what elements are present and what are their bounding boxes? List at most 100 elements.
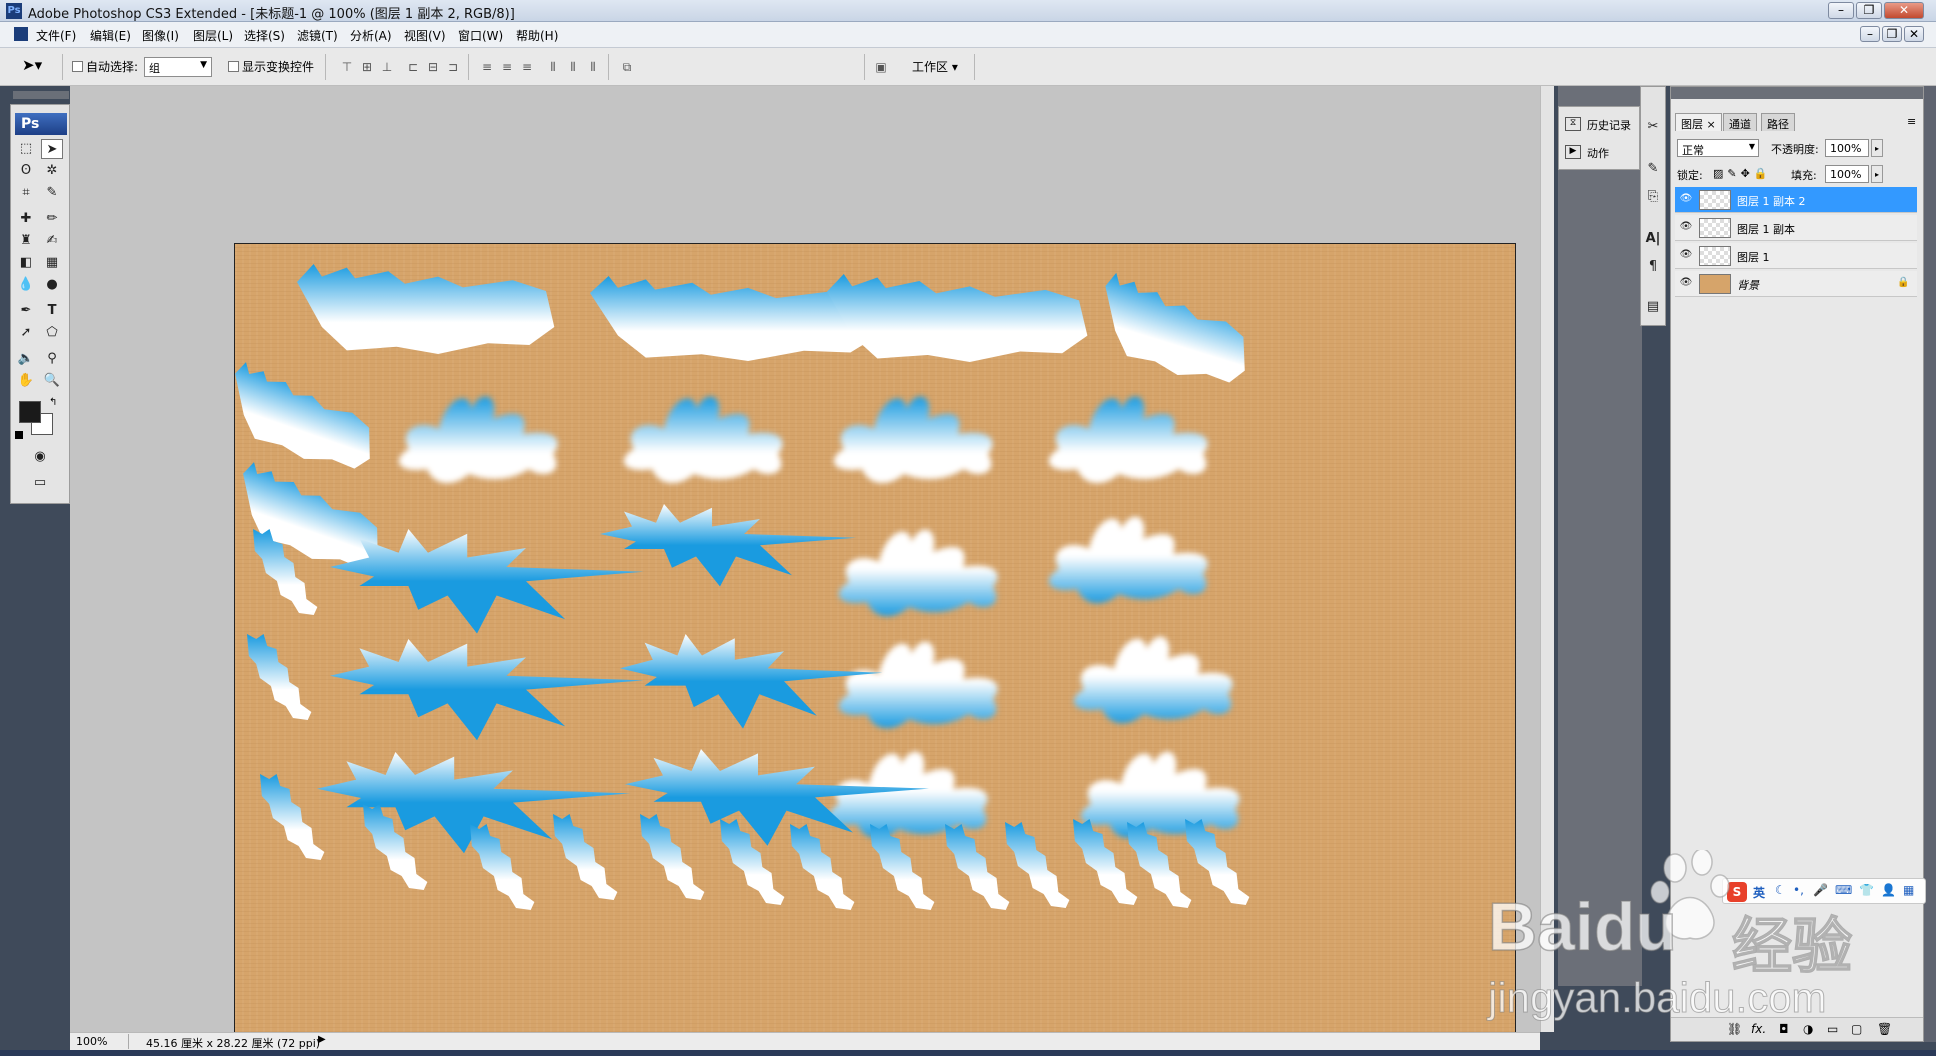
brush-presets-icon[interactable]: ✎ — [1642, 159, 1664, 179]
menu-layer[interactable]: 图层(L) — [193, 27, 233, 44]
folder-icon[interactable]: ▭ — [1827, 1022, 1838, 1036]
fill-arrow-icon[interactable]: ▸ — [1871, 165, 1883, 183]
tab-paths[interactable]: 路径 — [1761, 113, 1795, 131]
tab-layers[interactable]: 图层 × — [1675, 113, 1722, 131]
mask-icon[interactable]: ◘ — [1779, 1022, 1789, 1036]
show-transform-checkbox[interactable] — [228, 61, 239, 72]
link-icon[interactable]: ⛓ — [1727, 1022, 1742, 1036]
swap-colors-icon[interactable]: ↰ — [49, 397, 57, 408]
stamp-icon[interactable]: ♜ — [15, 231, 37, 251]
history-label[interactable]: 历史记录 — [1587, 117, 1631, 133]
minimize-icon[interactable]: – — [1828, 2, 1854, 19]
path-select-icon[interactable]: ➚ — [15, 323, 37, 343]
keyboard-icon[interactable]: ⌨ — [1835, 883, 1852, 897]
character-icon[interactable]: A| — [1642, 229, 1664, 249]
zoom-icon[interactable]: 🔍 — [41, 371, 63, 391]
doc-minimize-icon[interactable]: – — [1860, 26, 1880, 42]
trash-icon[interactable]: 🗑 — [1877, 1022, 1892, 1036]
blur-icon[interactable]: 💧 — [15, 275, 37, 295]
move-icon[interactable]: ➤ — [41, 139, 63, 159]
doc-close-icon[interactable]: ✕ — [1904, 26, 1924, 42]
align-left-icon[interactable]: ⊏ — [404, 59, 422, 75]
screen-mode-icon[interactable]: ▭ — [29, 473, 51, 493]
actions-icon[interactable]: ▶ — [1565, 145, 1581, 159]
menu-window[interactable]: 窗口(W) — [458, 27, 503, 44]
fill-input[interactable]: 100% — [1825, 165, 1869, 183]
tools-icon[interactable]: ✂ — [1642, 117, 1664, 137]
eyedropper-icon[interactable]: ⚲ — [41, 349, 63, 369]
fx-icon[interactable]: fx. — [1751, 1022, 1766, 1036]
toolbox-grip[interactable] — [13, 91, 69, 99]
shirt-icon[interactable]: 👕 — [1859, 883, 1874, 897]
marquee-icon[interactable]: ⬚ — [15, 139, 37, 159]
punctuation-icon[interactable]: •, — [1793, 883, 1804, 897]
distribute-vcenter-icon[interactable]: ≡ — [498, 59, 516, 75]
eye-icon[interactable]: 👁 — [1679, 249, 1693, 263]
auto-select-dropdown[interactable]: 组 ▼ — [144, 57, 212, 77]
align-vcenter-icon[interactable]: ⊞ — [358, 59, 376, 75]
blend-mode-select[interactable]: 正常 ▼ — [1677, 139, 1759, 157]
status-menu-icon[interactable]: ▶ — [318, 1034, 326, 1045]
gradient-icon[interactable]: ▦ — [41, 253, 63, 273]
default-colors-icon[interactable] — [15, 431, 23, 439]
layer-row[interactable]: 👁 图层 1 — [1675, 243, 1917, 269]
layer-row[interactable]: 👁 背景 🔒 — [1675, 271, 1917, 297]
mic-icon[interactable]: 🎤 — [1813, 883, 1828, 897]
workspace-menu[interactable]: 工作区 ▾ — [912, 58, 958, 75]
lasso-icon[interactable]: ʘ — [15, 161, 37, 181]
new-layer-icon[interactable]: ▢ — [1851, 1022, 1862, 1036]
actions-label[interactable]: 动作 — [1587, 145, 1609, 161]
ime-language[interactable]: 英 — [1753, 884, 1765, 901]
vertical-scrollbar[interactable] — [1540, 86, 1554, 1032]
align-right-icon[interactable]: ⊐ — [444, 59, 462, 75]
move-tool-preset-icon[interactable]: ➤▾ — [22, 56, 56, 78]
ps-badge[interactable]: Ps — [15, 113, 67, 135]
adjustment-icon[interactable]: ◑ — [1803, 1022, 1813, 1036]
opacity-arrow-icon[interactable]: ▸ — [1871, 139, 1883, 157]
align-bottom-icon[interactable]: ⊥ — [378, 59, 396, 75]
user-icon[interactable]: 👤 — [1881, 883, 1896, 897]
menu-select[interactable]: 选择(S) — [244, 27, 285, 44]
distribute-left-icon[interactable]: ⫴ — [544, 59, 562, 75]
document-canvas[interactable] — [234, 243, 1516, 1045]
distribute-bottom-icon[interactable]: ≡ — [518, 59, 536, 75]
shape-icon[interactable]: ⬠ — [41, 323, 63, 343]
bridge-icon[interactable]: ▣ — [872, 59, 890, 75]
panel-menu-icon[interactable]: ≡ — [1907, 115, 1916, 128]
lock-icons[interactable]: ▨✎✥🔒 — [1713, 167, 1772, 180]
menu-image[interactable]: 图像(I) — [142, 27, 179, 44]
eye-icon[interactable]: 👁 — [1679, 221, 1693, 235]
grid-icon[interactable]: ▦ — [1903, 883, 1914, 897]
doc-restore-icon[interactable]: ❐ — [1882, 26, 1902, 42]
menu-view[interactable]: 视图(V) — [404, 27, 446, 44]
layer-row[interactable]: 👁 图层 1 副本 2 — [1675, 187, 1917, 213]
ime-logo[interactable]: S — [1727, 882, 1747, 902]
app-icon[interactable]: Ps — [6, 3, 22, 19]
auto-select-checkbox[interactable] — [72, 61, 83, 72]
eraser-icon[interactable]: ◧ — [15, 253, 37, 273]
hand-icon[interactable]: ✋ — [15, 371, 37, 391]
slice-icon[interactable]: ✎ — [41, 183, 63, 203]
type-icon[interactable]: T — [41, 301, 63, 321]
paragraph-icon[interactable]: ¶ — [1642, 257, 1664, 277]
menu-edit[interactable]: 编辑(E) — [90, 27, 131, 44]
notes-icon[interactable]: 🔈 — [15, 349, 37, 369]
magic-wand-icon[interactable]: ✲ — [41, 161, 63, 181]
zoom-level[interactable]: 100% — [76, 1035, 107, 1048]
layer-comps-icon[interactable]: ▤ — [1642, 297, 1664, 317]
foreground-color-swatch[interactable] — [19, 401, 41, 423]
document-icon[interactable] — [14, 27, 28, 41]
healing-icon[interactable]: ✚ — [15, 209, 37, 229]
menu-analysis[interactable]: 分析(A) — [350, 27, 392, 44]
restore-icon[interactable]: ❐ — [1856, 2, 1882, 19]
crop-icon[interactable]: ⌗ — [15, 183, 37, 203]
dodge-icon[interactable]: ● — [41, 275, 63, 295]
panel-header[interactable] — [1671, 87, 1923, 99]
eye-icon[interactable]: 👁 — [1679, 193, 1693, 207]
eye-icon[interactable]: 👁 — [1679, 277, 1693, 291]
close-icon[interactable]: ✕ — [1884, 2, 1924, 19]
distribute-top-icon[interactable]: ≡ — [478, 59, 496, 75]
menu-file[interactable]: 文件(F) — [36, 27, 76, 44]
pen-icon[interactable]: ✒ — [15, 301, 37, 321]
auto-align-icon[interactable]: ⧉ — [618, 59, 636, 75]
